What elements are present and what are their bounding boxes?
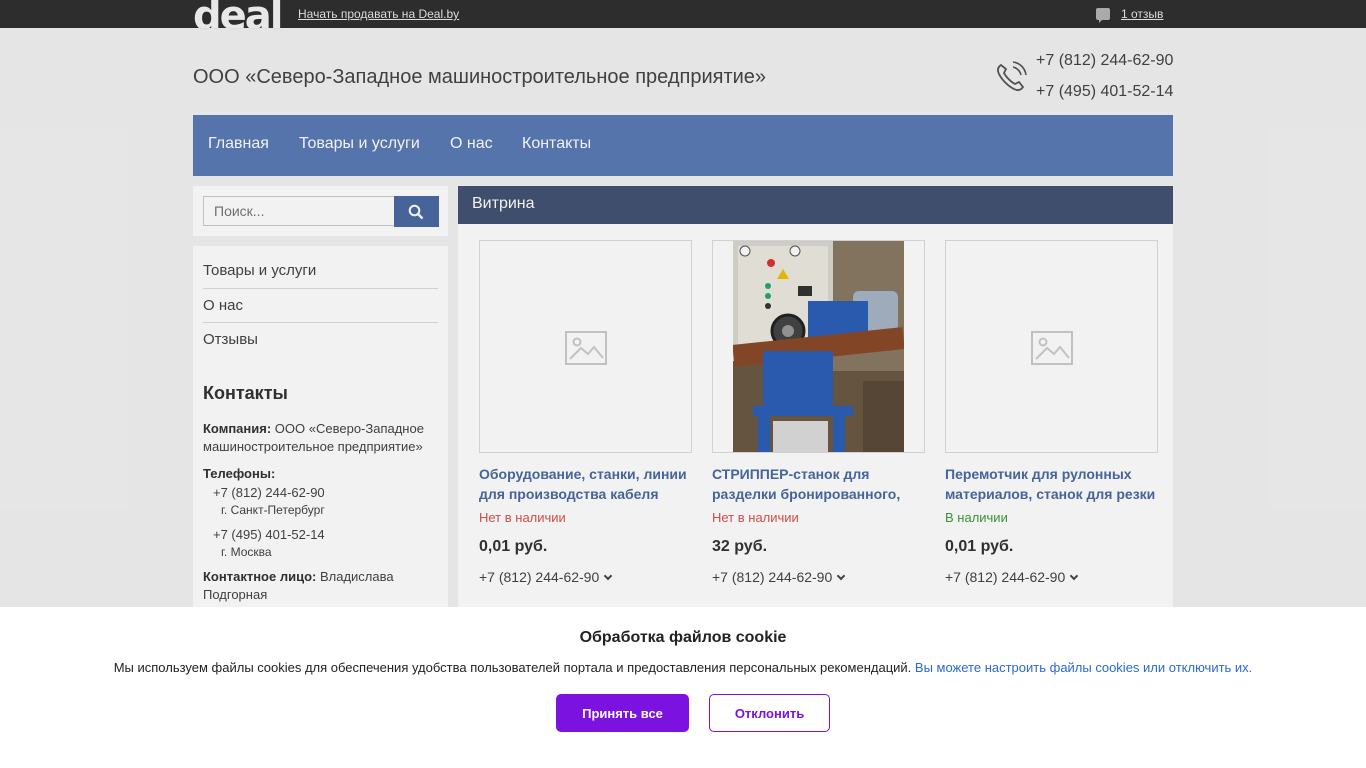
search-icon bbox=[408, 204, 424, 220]
showcase-title: Витрина bbox=[472, 195, 535, 212]
contact-phone-1[interactable]: +7 (812) 244-62-90 bbox=[213, 484, 448, 502]
chevron-down-icon bbox=[604, 571, 613, 581]
cookie-banner: Обработка файлов cookie Мы используем фа… bbox=[0, 607, 1366, 768]
chevron-down-icon bbox=[1070, 571, 1079, 581]
sidebar-item-reviews[interactable]: Отзывы bbox=[203, 331, 438, 348]
contact-person: Контактное лицо: Владислава Подгорная bbox=[203, 568, 438, 604]
comment-icon bbox=[1096, 8, 1110, 23]
image-placeholder-icon bbox=[1031, 331, 1073, 365]
main-nav: Главная Товары и услуги О нас Контакты bbox=[193, 115, 1173, 176]
showcase: Витрина Оборудование, станки, линии для … bbox=[458, 186, 1173, 666]
nav-item-about[interactable]: О нас bbox=[450, 135, 493, 153]
accept-all-button[interactable]: Принять все bbox=[556, 694, 689, 732]
contact-phones-label: Телефоны: bbox=[203, 466, 276, 481]
product-phone-number: +7 (812) 244-62-90 bbox=[479, 569, 600, 585]
product-title[interactable]: СТРИППЕР-станок для разделки бронированн… bbox=[712, 464, 925, 504]
contact-phone-2[interactable]: +7 (495) 401-52-14 bbox=[213, 526, 448, 544]
image-placeholder-icon bbox=[565, 331, 607, 365]
chevron-down-icon bbox=[837, 571, 846, 581]
contact-city-1: г. Санкт-Петербург bbox=[221, 503, 325, 517]
search-box bbox=[193, 186, 448, 236]
nav-item-contacts[interactable]: Контакты bbox=[522, 135, 591, 153]
showcase-header: Витрина bbox=[458, 186, 1173, 224]
contact-company: Компания: ООО «Северо-Западное машиностр… bbox=[203, 420, 438, 456]
cookie-text: Мы используем файлы cookies для обеспече… bbox=[0, 660, 1366, 675]
header-phone-1[interactable]: +7 (812) 244-62-90 bbox=[1036, 52, 1173, 70]
search-button[interactable] bbox=[394, 196, 439, 227]
product-phone[interactable]: +7 (812) 244-62-90 bbox=[945, 569, 1079, 585]
contact-city-2: г. Москва bbox=[221, 545, 272, 559]
cookie-title: Обработка файлов cookie bbox=[579, 629, 787, 646]
sidebar: Товары и услуги О нас Отзывы Контакты Ко… bbox=[193, 246, 448, 666]
contact-company-label: Компания: bbox=[203, 421, 272, 436]
product-image[interactable] bbox=[945, 240, 1158, 453]
product-title[interactable]: Оборудование, станки, линии для производ… bbox=[479, 464, 692, 504]
product-phone-number: +7 (812) 244-62-90 bbox=[712, 569, 833, 585]
decline-button[interactable]: Отклонить bbox=[709, 694, 830, 732]
cookie-message: Мы используем файлы cookies для обеспече… bbox=[113, 660, 912, 675]
phone-icon bbox=[997, 61, 1027, 91]
contact-phones: Телефоны: bbox=[203, 465, 438, 483]
reviews-link[interactable]: 1 отзыв bbox=[1121, 7, 1163, 21]
product-status: В наличии bbox=[945, 510, 1008, 525]
product-image[interactable] bbox=[712, 240, 925, 453]
divider bbox=[203, 288, 438, 289]
product-status: Нет в наличии bbox=[712, 510, 799, 525]
cookie-settings-link[interactable]: Вы можете настроить файлы cookies или от… bbox=[915, 660, 1252, 675]
divider bbox=[203, 322, 438, 323]
deal-logo[interactable]: deal bbox=[193, 0, 283, 36]
contacts-heading: Контакты bbox=[203, 383, 288, 403]
start-selling-link[interactable]: Начать продавать на Deal.by bbox=[298, 7, 459, 21]
search-input[interactable] bbox=[203, 196, 395, 226]
header-phone-2[interactable]: +7 (495) 401-52-14 bbox=[1036, 83, 1173, 101]
sidebar-item-products[interactable]: Товары и услуги bbox=[203, 262, 438, 279]
product-status: Нет в наличии bbox=[479, 510, 566, 525]
contact-person-label: Контактное лицо: bbox=[203, 569, 317, 584]
product-phone[interactable]: +7 (812) 244-62-90 bbox=[479, 569, 613, 585]
top-bar: deal Начать продавать на Deal.by 1 отзыв bbox=[0, 0, 1366, 36]
product-image[interactable] bbox=[479, 240, 692, 453]
machine-photo bbox=[733, 241, 904, 452]
product-title[interactable]: Перемотчик для рулонных материалов, стан… bbox=[945, 464, 1158, 504]
product-phone-number: +7 (812) 244-62-90 bbox=[945, 569, 1066, 585]
nav-item-home[interactable]: Главная bbox=[208, 135, 269, 153]
product-price: 0,01 руб. bbox=[945, 538, 1014, 555]
product-price: 0,01 руб. bbox=[479, 538, 548, 555]
nav-item-products[interactable]: Товары и услуги bbox=[299, 135, 420, 153]
sidebar-item-about[interactable]: О нас bbox=[203, 297, 438, 314]
company-title: ООО «Северо-Западное машиностроительное … bbox=[193, 66, 767, 88]
product-phone[interactable]: +7 (812) 244-62-90 bbox=[712, 569, 846, 585]
product-price: 32 руб. bbox=[712, 538, 768, 555]
